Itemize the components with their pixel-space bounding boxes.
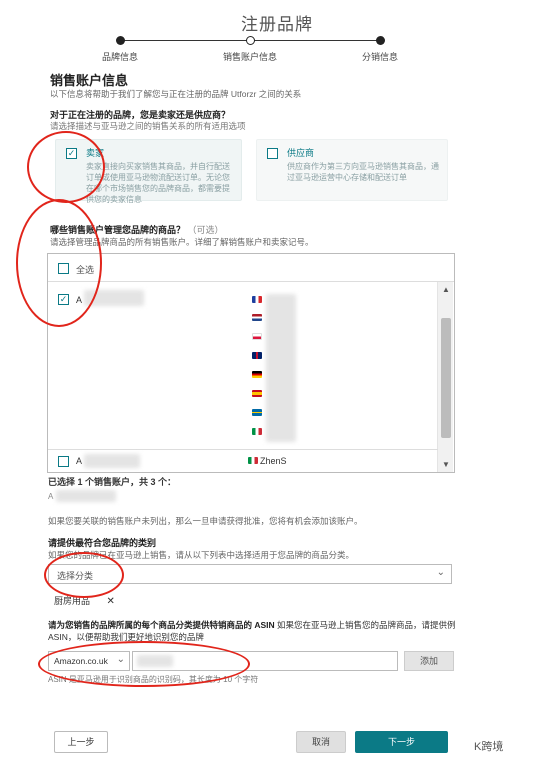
chevron-down-icon: ⌄ bbox=[436, 567, 445, 578]
watermark: K跨境 bbox=[474, 741, 504, 753]
selected-account-id: A bbox=[48, 492, 54, 501]
accounts-list: 全选 ✓ A ▲ ▼ A ZhenS bbox=[47, 253, 455, 473]
annotation-circle-accounts bbox=[16, 199, 102, 327]
page-title: 注册品牌 bbox=[241, 15, 313, 34]
redacted-account-id bbox=[56, 490, 116, 502]
category-question: 请提供最符合您品牌的类别 bbox=[48, 538, 157, 548]
spain-flag-icon bbox=[252, 390, 262, 397]
vendor-checkbox[interactable] bbox=[267, 148, 278, 159]
store-name: ZhenS bbox=[260, 456, 287, 466]
france-flag-icon bbox=[252, 296, 262, 303]
redacted-account-name bbox=[84, 454, 140, 468]
previous-button[interactable]: 上一步 bbox=[54, 731, 108, 753]
seller-option-title: 卖家 bbox=[86, 148, 105, 158]
vendor-option-desc: 供应商作为第三方向亚马逊销售其商品，通过亚马逊运营中心存储和配送订单 bbox=[287, 162, 439, 182]
netherlands-flag-icon bbox=[252, 314, 262, 321]
selected-accounts-count: 已选择 1 个销售账户，共 3 个： bbox=[48, 477, 177, 487]
asin-question: 请为您销售的品牌所属的每个商品分类提供特销商品的 ASIN 如果您在亚马逊上销售… bbox=[48, 619, 458, 643]
account-checkbox[interactable] bbox=[58, 456, 69, 467]
cancel-button[interactable]: 取消 bbox=[296, 731, 346, 753]
sweden-flag-icon bbox=[252, 409, 262, 416]
step-dot-distribution bbox=[376, 36, 385, 45]
account-row[interactable]: A ZhenS bbox=[48, 449, 438, 473]
annotation-circle-asin bbox=[38, 641, 250, 687]
poland-flag-icon bbox=[252, 333, 262, 340]
uk-flag-icon bbox=[252, 352, 262, 359]
relationship-hint: 请选择描述与亚马逊之间的销售关系的所有适用选项 bbox=[50, 121, 246, 131]
missing-account-note: 如果您要关联的销售账户未列出，那么一旦申请获得批准，您将有机会添加该账户。 bbox=[48, 516, 363, 526]
scroll-down-icon[interactable]: ▼ bbox=[442, 460, 450, 469]
annotation-circle-seller bbox=[27, 131, 105, 203]
redacted-store-names bbox=[266, 294, 296, 442]
select-all-row[interactable]: 全选 bbox=[48, 254, 454, 282]
add-asin-button[interactable]: 添加 bbox=[404, 651, 454, 671]
italy-flag-icon bbox=[252, 428, 262, 435]
accounts-optional-label: （可选） bbox=[187, 225, 224, 235]
progress-stepper: 品牌信息 销售账户信息 分销信息 bbox=[102, 36, 398, 66]
vendor-option[interactable]: 供应商 供应商作为第三方向亚马逊销售其商品，通过亚马逊运营中心存储和配送订单 bbox=[256, 139, 448, 201]
accounts-scrollbar[interactable]: ▲ ▼ bbox=[437, 282, 453, 472]
asin-question-bold: 请为您销售的品牌所属的每个商品分类提供特销商品的 ASIN bbox=[48, 620, 275, 630]
step-label-sales-account: 销售账户信息 bbox=[222, 52, 278, 62]
next-button[interactable]: 下一步 bbox=[355, 731, 448, 753]
section-heading: 销售账户信息 bbox=[50, 73, 129, 88]
scroll-thumb[interactable] bbox=[441, 318, 451, 438]
section-subheading: 以下信息将帮助于我们了解您与正在注册的品牌 Utforzr 之间的关系 bbox=[50, 89, 302, 99]
step-label-brand-info: 品牌信息 bbox=[101, 52, 139, 62]
step-dot-sales-account bbox=[246, 36, 255, 45]
step-label-distribution: 分销信息 bbox=[361, 52, 399, 62]
italy-flag-icon bbox=[248, 457, 258, 464]
close-icon[interactable]: ✕ bbox=[107, 596, 115, 607]
step-dot-brand-info bbox=[116, 36, 125, 45]
annotation-circle-category bbox=[44, 552, 124, 598]
scroll-up-icon[interactable]: ▲ bbox=[442, 285, 450, 294]
account-name: A bbox=[76, 456, 83, 466]
vendor-option-title: 供应商 bbox=[287, 148, 315, 158]
seller-option-desc: 卖家直接向买家销售其商品，并自行配送订单或使用亚马逊物流配送订单。无论您在哪个市… bbox=[86, 162, 230, 204]
germany-flag-icon bbox=[252, 371, 262, 378]
